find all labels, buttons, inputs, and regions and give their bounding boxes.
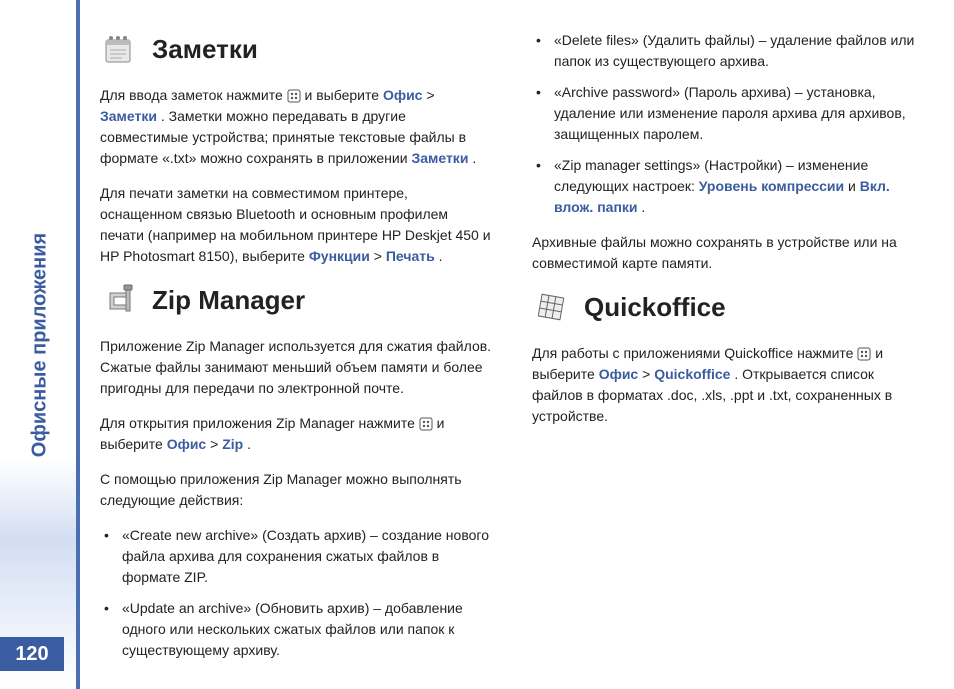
text: . (641, 199, 645, 215)
menu-key-icon (287, 89, 301, 103)
menu-key-icon (419, 417, 433, 431)
menu-key-icon (857, 347, 871, 361)
text: > (426, 87, 434, 103)
page: Офисные приложения 120 Заметки Для ввода… (0, 0, 954, 689)
list-item: «Zip manager settings» (Настройки) – изм… (532, 155, 924, 218)
zip-paragraph-4: Архивные файлы можно сохранять в устройс… (532, 232, 924, 274)
link-quickoffice: Quickoffice (654, 366, 730, 382)
list-item: «Update an archive» (Обновить архив) – д… (100, 598, 492, 661)
link-office: Офис (383, 87, 423, 103)
link-notes: Заметки (100, 108, 157, 124)
list-item: «Delete files» (Удалить файлы) – удалени… (532, 30, 924, 72)
list-item: «Create new archive» (Создать архив) – с… (100, 525, 492, 588)
quickoffice-paragraph-1: Для работы с приложениями Quickoffice на… (532, 343, 924, 427)
text: . (439, 248, 443, 264)
zip-paragraph-2: Для открытия приложения Zip Manager нажм… (100, 413, 492, 455)
quickoffice-icon (532, 288, 570, 326)
text: Для открытия приложения Zip Manager нажм… (100, 415, 419, 431)
zip-paragraph-1: Приложение Zip Manager используется для … (100, 336, 492, 399)
link-office: Офис (599, 366, 639, 382)
link-zip: Zip (222, 436, 243, 452)
notes-paragraph-2: Для печати заметки на совместимом принте… (100, 183, 492, 267)
zip-paragraph-3: С помощью приложения Zip Manager можно в… (100, 469, 492, 511)
link-print: Печать (386, 248, 435, 264)
notes-title: Заметки (152, 30, 258, 69)
zip-clamp-icon (100, 281, 138, 319)
zip-title: Zip Manager (152, 281, 305, 320)
text: Для ввода заметок нажмите (100, 87, 287, 103)
sidebar-rail: Офисные приложения 120 (0, 0, 80, 689)
link-office: Офис (167, 436, 207, 452)
text: > (210, 436, 222, 452)
section-heading-zip: Zip Manager (100, 281, 492, 320)
text: > (374, 248, 386, 264)
link-compression-level: Уровень компрессии (699, 178, 844, 194)
section-heading-notes: Заметки (100, 30, 492, 69)
section-heading-quickoffice: Quickoffice (532, 288, 924, 327)
main-content: Заметки Для ввода заметок нажмите и выбе… (80, 0, 954, 689)
text: и выберите (305, 87, 383, 103)
notes-icon (100, 30, 138, 68)
page-number: 120 (0, 637, 64, 671)
link-notes: Заметки (411, 150, 468, 166)
text: Для работы с приложениями Quickoffice на… (532, 345, 857, 361)
link-functions: Функции (309, 248, 370, 264)
text: . (247, 436, 251, 452)
quickoffice-title: Quickoffice (584, 288, 726, 327)
text: и (848, 178, 860, 194)
text: > (642, 366, 654, 382)
notes-paragraph-1: Для ввода заметок нажмите и выберите Офи… (100, 85, 492, 169)
sidebar-category-label: Офисные приложения (29, 232, 52, 456)
text: . (472, 150, 476, 166)
list-item: «Archive password» (Пароль архива) – уст… (532, 82, 924, 145)
